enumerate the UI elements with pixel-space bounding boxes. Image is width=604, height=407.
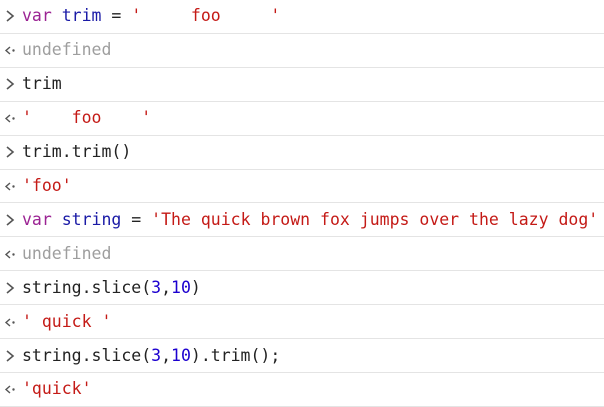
console-input-row[interactable]: string.slice(3,10) <box>0 271 604 306</box>
console-command-text: string.slice(3,10).trim(); <box>22 346 280 366</box>
code-token: string.slice( <box>22 277 152 297</box>
code-token: ' foo ' <box>131 6 281 26</box>
console-input-row[interactable]: trim <box>0 68 604 102</box>
code-token: 'The quick brown fox jumps over the lazy… <box>151 209 599 229</box>
devtools-console: var trim = ' foo ' undefined trim ' foo ' tr… <box>0 0 604 407</box>
console-output-row: ' quick ' <box>0 305 604 340</box>
console-output-row: 'quick' <box>0 373 604 407</box>
console-command-text: trim <box>22 74 62 94</box>
code-token: , <box>161 277 172 297</box>
console-command-text: trim.trim() <box>22 142 131 162</box>
code-token: 'foo' <box>22 175 72 195</box>
code-token: var <box>22 209 52 229</box>
code-token: string.slice( <box>22 345 152 365</box>
console-result-text: undefined <box>22 244 111 264</box>
code-token: 10 <box>171 345 191 365</box>
console-output-row: ' foo ' <box>0 102 604 136</box>
console-output-row: undefined <box>0 34 604 68</box>
chevron-right-icon <box>6 349 15 362</box>
console-command-text: var trim = ' foo ' <box>22 6 280 26</box>
chevron-right-icon <box>6 146 15 158</box>
chevron-right-icon <box>6 214 15 226</box>
chevron-right-icon <box>6 10 15 23</box>
console-result-text: ' quick ' <box>22 312 111 332</box>
code-token: trim <box>22 74 62 94</box>
console-command-text: string.slice(3,10) <box>22 278 201 298</box>
console-result-text: undefined <box>22 40 111 60</box>
code-token: string <box>61 209 122 229</box>
code-token: var <box>22 6 52 26</box>
code-token: ' foo ' <box>22 108 152 128</box>
console-input-row[interactable]: var string = 'The quick brown fox jumps … <box>0 203 604 238</box>
return-arrow-icon <box>4 250 15 259</box>
code-token: ).trim(); <box>190 345 281 365</box>
console-result-text: ' foo ' <box>22 108 151 128</box>
code-token: 3 <box>151 277 162 297</box>
console-input-row[interactable]: trim.trim() <box>0 136 604 170</box>
return-arrow-icon <box>4 318 15 327</box>
return-arrow-icon <box>4 182 15 191</box>
code-token: 'quick' <box>22 379 92 399</box>
code-token: undefined <box>22 40 112 60</box>
code-token: = <box>121 209 152 229</box>
console-output-row: 'foo' <box>0 170 604 204</box>
code-token: 10 <box>171 277 191 297</box>
code-token: 3 <box>151 345 162 365</box>
code-token: = <box>101 6 132 26</box>
code-token: trim.trim() <box>22 142 132 162</box>
code-token: undefined <box>22 243 112 263</box>
code-token: ' quick ' <box>22 311 112 331</box>
code-token: ) <box>190 277 201 297</box>
console-input-row[interactable]: var trim = ' foo ' <box>0 0 604 34</box>
code-token: , <box>161 345 172 365</box>
console-input-row[interactable]: string.slice(3,10).trim(); <box>0 339 604 373</box>
console-command-text: var string = 'The quick brown fox jumps … <box>22 210 598 230</box>
console-result-text: 'foo' <box>22 176 72 196</box>
return-arrow-icon <box>4 114 15 123</box>
code-token: trim <box>61 6 102 26</box>
chevron-right-icon <box>6 78 15 90</box>
console-result-text: 'quick' <box>22 379 92 399</box>
console-output-row: undefined <box>0 237 604 272</box>
return-arrow-icon <box>4 385 15 394</box>
return-arrow-icon <box>4 46 15 55</box>
chevron-right-icon <box>6 282 15 294</box>
